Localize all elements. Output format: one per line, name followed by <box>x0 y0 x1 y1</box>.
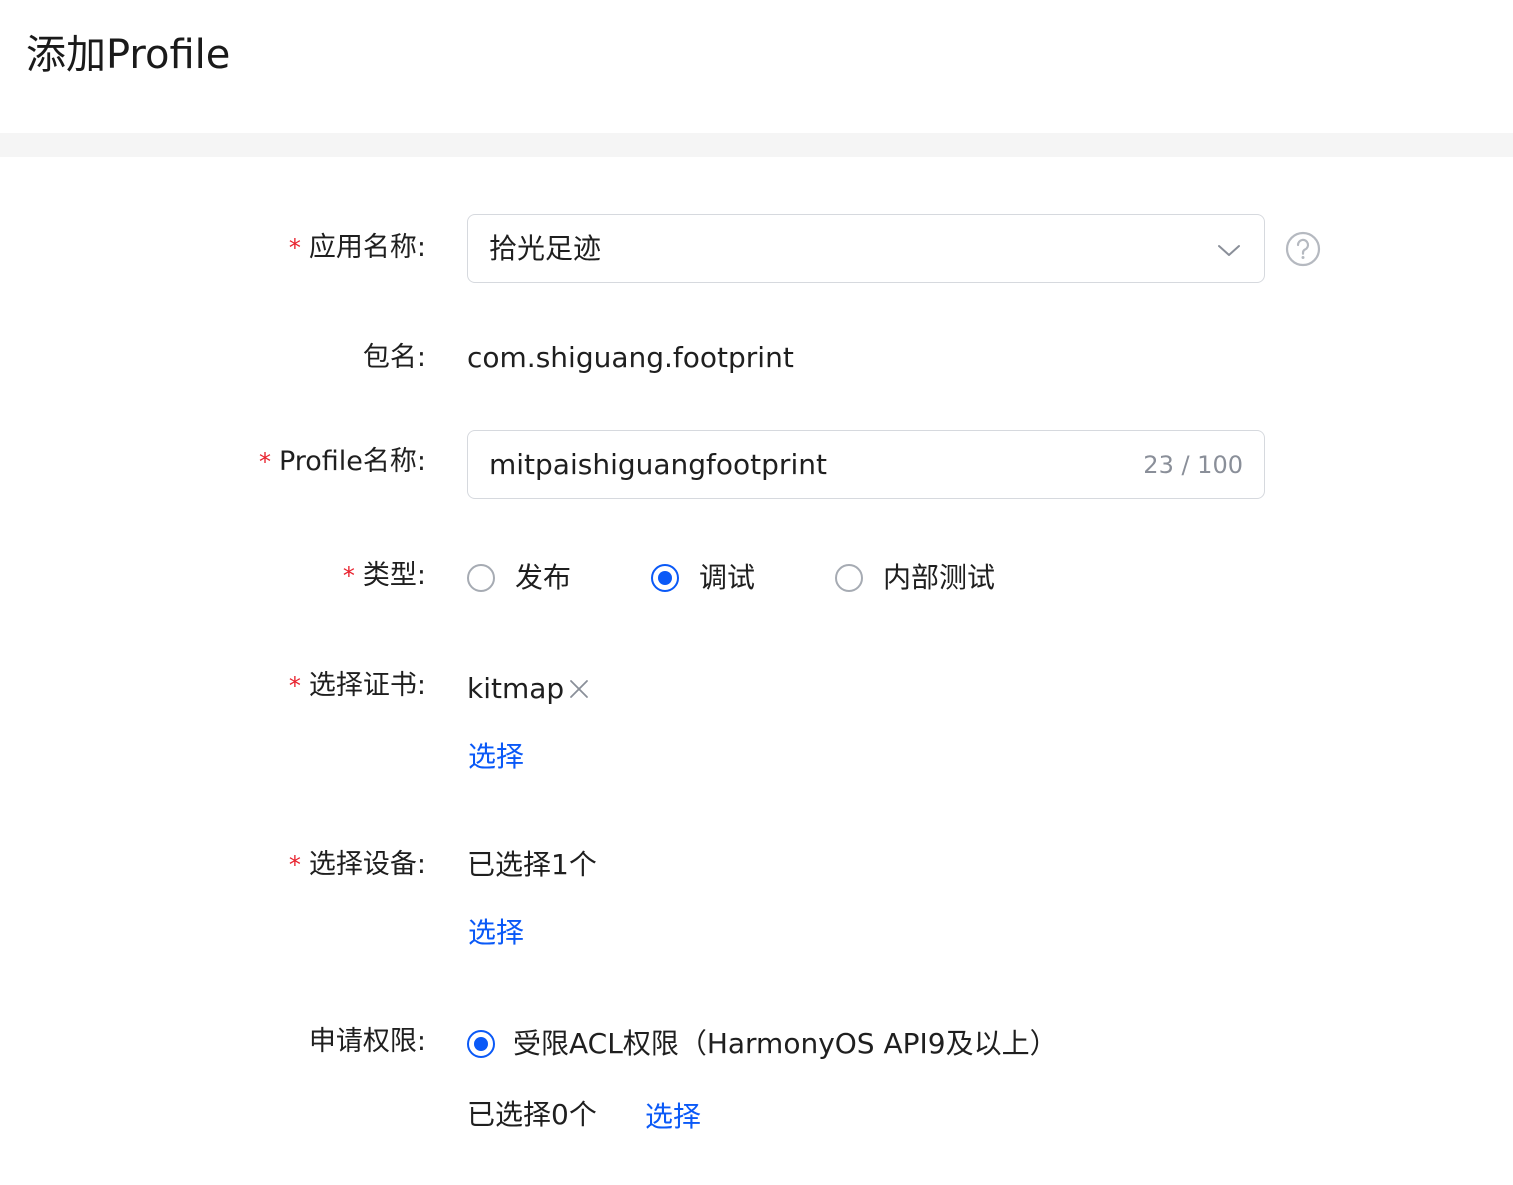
chevron-down-icon <box>1218 245 1240 256</box>
radio-circle <box>835 564 863 592</box>
type-radio-debug[interactable]: 调试 <box>651 558 755 598</box>
character-counter: 23 / 100 <box>1143 451 1243 479</box>
required-mark: * <box>288 672 301 700</box>
close-icon[interactable] <box>568 678 590 700</box>
type-label-text: 类型: <box>362 560 426 591</box>
certificate-tag-text: kitmap <box>467 672 565 705</box>
app-name-select[interactable]: 拾光足迹 <box>467 214 1265 283</box>
device-label-text: 选择设备: <box>308 849 426 880</box>
header-divider <box>0 133 1513 157</box>
select-device-link[interactable]: 选择 <box>468 913 524 953</box>
certificate-label: * 选择证书: <box>289 666 426 706</box>
package-name-value: com.shiguang.footprint <box>467 341 794 374</box>
page-header: 添加Profile <box>0 0 1513 133</box>
app-name-label-text: 应用名称: <box>308 232 426 263</box>
type-radio-internal-test[interactable]: 内部测试 <box>835 558 995 598</box>
package-name-label: 包名: <box>362 342 426 373</box>
profile-name-value: mitpaishiguangfootprint <box>489 448 827 481</box>
select-certificate-link[interactable]: 选择 <box>468 737 524 777</box>
radio-circle-checked <box>467 1030 495 1058</box>
permission-option-label: 受限ACL权限（HarmonyOS API9及以上） <box>513 1027 1058 1060</box>
profile-name-label-text: Profile名称: <box>278 446 426 477</box>
profile-name-label: * Profile名称: <box>259 442 426 482</box>
radio-circle <box>467 564 495 592</box>
required-mark: * <box>288 851 301 879</box>
certificate-tag: kitmap <box>467 669 590 709</box>
permission-summary: 已选择0个 <box>467 1098 597 1131</box>
question-circle-icon[interactable] <box>1285 231 1321 267</box>
permission-radio-acl[interactable]: 受限ACL权限（HarmonyOS API9及以上） <box>467 1024 1058 1064</box>
radio-circle-checked <box>651 564 679 592</box>
device-summary: 已选择1个 <box>467 848 597 881</box>
type-option-label: 发布 <box>515 561 572 594</box>
required-mark: * <box>258 448 271 476</box>
required-mark: * <box>288 234 301 262</box>
type-option-label: 内部测试 <box>883 561 996 594</box>
required-mark: * <box>342 562 355 590</box>
profile-name-input[interactable]: mitpaishiguangfootprint 23 / 100 <box>467 430 1265 499</box>
app-name-value: 拾光足迹 <box>489 232 602 265</box>
type-option-label: 调试 <box>699 561 756 594</box>
certificate-label-text: 选择证书: <box>308 670 426 701</box>
select-permission-link[interactable]: 选择 <box>645 1097 701 1137</box>
device-label: * 选择设备: <box>289 845 426 885</box>
type-radio-release[interactable]: 发布 <box>467 558 571 598</box>
app-name-label: * 应用名称: <box>289 228 426 268</box>
permission-label: 申请权限: <box>308 1026 426 1057</box>
type-label: * 类型: <box>343 556 426 596</box>
page-title: 添加Profile <box>26 32 231 78</box>
